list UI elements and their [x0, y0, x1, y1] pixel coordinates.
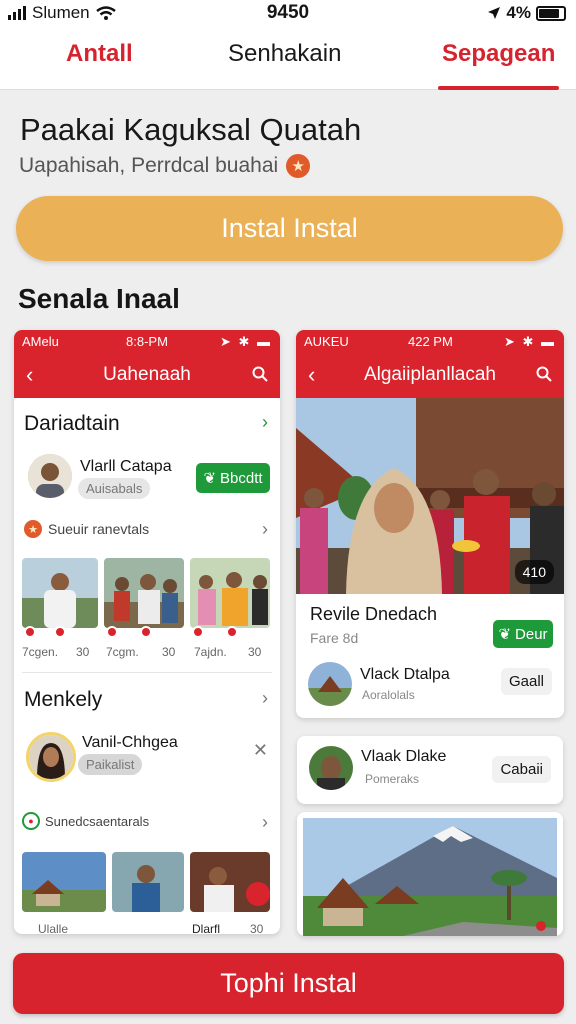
- landscape-photo: [303, 818, 557, 936]
- sub-row[interactable]: ★ Sueuir ranevtals: [24, 520, 149, 538]
- follow-button[interactable]: ❦ Deur: [493, 620, 553, 648]
- right-phone-carrier: AUKEU: [304, 334, 349, 349]
- battery-icon: [536, 5, 566, 21]
- chevron-right-icon[interactable]: ›: [262, 412, 268, 433]
- card-meta: Pomeraks: [365, 772, 420, 786]
- leaf-icon: ❦: [203, 470, 217, 487]
- tab-senhakain[interactable]: Senhakain: [228, 40, 341, 90]
- left-phone-time: 8:8-PM: [126, 334, 168, 349]
- like-dot-icon: [140, 626, 152, 638]
- tab-sepagean[interactable]: Sepagean: [437, 40, 560, 90]
- follow-button-label: Bbcdtt: [220, 469, 263, 487]
- battery-percent: 4%: [506, 3, 531, 22]
- badge-star-icon: ★: [286, 154, 311, 178]
- thumbnail-photo[interactable]: [22, 852, 106, 912]
- thumb-count: 30: [76, 645, 90, 659]
- divider: [22, 672, 272, 673]
- close-icon[interactable]: ✕: [253, 740, 268, 761]
- screenshot-left[interactable]: AMelu 8:8-PM ➤ ✱ ▬ ‹ Uahenaah Dariadtain…: [14, 330, 280, 934]
- row-name: Vlack Dtalpa: [360, 666, 450, 683]
- search-icon[interactable]: [536, 366, 552, 382]
- thumb-caption: 7cgen.: [22, 645, 59, 659]
- left-phone-status: AMelu 8:8-PM ➤ ✱ ▬: [14, 330, 280, 352]
- bottom-caption: Ulalle: [38, 922, 69, 934]
- thumbnail-photo[interactable]: [104, 558, 184, 628]
- sub-row-2-label: Sunedcsaentarals: [45, 813, 150, 829]
- thumb-count: 30: [162, 645, 176, 659]
- right-phone-status: AUKEU 422 PM ➤ ✱ ▬: [296, 330, 564, 352]
- bottom-caption: Dlarfl: [192, 922, 221, 934]
- photo-count-badge: 410: [514, 560, 554, 584]
- install-button-top[interactable]: Instal Instal: [16, 196, 563, 261]
- chevron-right-icon[interactable]: ›: [262, 519, 268, 540]
- search-icon[interactable]: [252, 366, 268, 382]
- thumb-caption: 7cgm.: [106, 645, 139, 659]
- thumb-caption: 7ajdn.: [194, 645, 227, 659]
- info-title: Revile Dnedach: [310, 604, 438, 624]
- like-dot-icon: [24, 626, 36, 638]
- screenshot-right[interactable]: AUKEU 422 PM ➤ ✱ ▬ ‹ Algaiiplanllacah 41…: [296, 330, 564, 718]
- right-phone-title: Algaiiplanllacah: [363, 364, 497, 385]
- sub-row-2[interactable]: ● Sunedcsaentarals: [22, 812, 149, 830]
- profile2-meta: Paikalist: [78, 754, 143, 775]
- avatar: [308, 662, 352, 706]
- install-button-bottom[interactable]: Tophi Instal: [13, 953, 564, 1014]
- left-phone-status-icons: ➤ ✱ ▬: [219, 334, 272, 349]
- like-dot-icon: [54, 626, 66, 638]
- list-card[interactable]: Vlaak Dlake Pomeraks Cabaii: [297, 736, 563, 804]
- right-phone-time: 422 PM: [408, 334, 453, 349]
- screenshots-heading: Senala Inaal: [18, 283, 180, 314]
- status-bar: Slumen 9450 4%: [0, 0, 576, 26]
- avatar: [28, 454, 72, 498]
- like-dot-icon: [192, 626, 204, 638]
- profile-meta: Auisabals: [78, 478, 151, 499]
- thumbnail-photo[interactable]: [190, 852, 270, 912]
- bottom-count: 30: [250, 922, 264, 934]
- left-section-title: Dariadtain: [24, 412, 120, 435]
- row-action-button[interactable]: Gaall: [500, 668, 552, 695]
- like-dot-icon: [106, 626, 118, 638]
- leaf-icon: ❦: [498, 626, 512, 643]
- chevron-right-icon[interactable]: ›: [262, 688, 268, 709]
- tab-antall[interactable]: Antall: [66, 40, 133, 90]
- left-section2-title: Menkely: [24, 688, 103, 711]
- row-meta: Aoralolals: [362, 688, 415, 702]
- landscape-card[interactable]: [297, 812, 563, 936]
- chevron-right-icon[interactable]: ›: [262, 812, 268, 833]
- left-phone-title: Uahenaah: [103, 364, 191, 385]
- app-subtitle: Uapahisah, Perrdcal buahai ★: [19, 154, 311, 178]
- thumb-count: 30: [248, 645, 262, 659]
- thumbnail-photo[interactable]: [112, 852, 184, 912]
- card-name: Vlaak Dlake: [361, 748, 447, 765]
- profile-name: Vlarll Catapa: [80, 458, 172, 475]
- sub-row-label: Sueuir ranevtals: [48, 521, 150, 537]
- info-subtitle: Fare 8d: [310, 630, 359, 646]
- avatar: [26, 732, 76, 782]
- avatar: [309, 746, 353, 790]
- top-nav: Antall Senhakain Sepagean: [0, 26, 576, 90]
- thumbnail-photo[interactable]: [22, 558, 98, 628]
- follow-button[interactable]: ❦ Bbcdtt: [196, 463, 270, 493]
- follow-button-label: Deur: [515, 625, 548, 643]
- app-title: Paakai Kaguksal Quatah: [20, 112, 362, 147]
- right-phone-header: ‹ Algaiiplanllacah: [296, 352, 564, 398]
- sub-row-2-icon: ●: [22, 812, 40, 830]
- left-phone-header: ‹ Uahenaah: [14, 352, 280, 398]
- left-phone-carrier: AMelu: [22, 334, 59, 349]
- location-icon: [488, 7, 501, 19]
- feature-photo[interactable]: 410: [296, 398, 564, 594]
- profile2-name: Vanil-Chhgea: [82, 734, 178, 751]
- like-dot-icon: [226, 626, 238, 638]
- right-phone-status-icons: ➤ ✱ ▬: [503, 334, 556, 349]
- app-subtitle-text: Uapahisah, Perrdcal buahai: [19, 154, 279, 177]
- thumbnail-photo[interactable]: [190, 558, 270, 628]
- sub-row-icon: ★: [24, 520, 42, 538]
- card-action-button[interactable]: Cabaii: [492, 756, 551, 783]
